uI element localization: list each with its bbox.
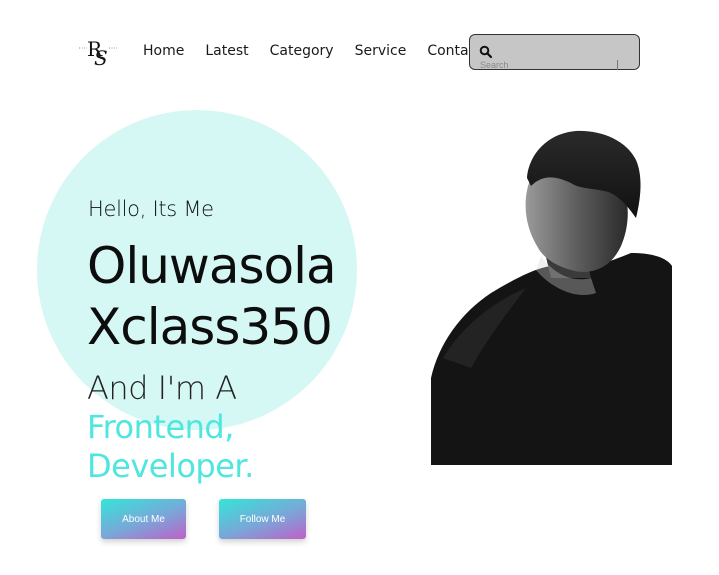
search-input[interactable] [480, 59, 620, 71]
hero-name: Oluwasola Xclass350 [87, 236, 337, 358]
site-logo[interactable]: R S [79, 36, 119, 70]
hero-greeting: Hello, Its Me [88, 197, 214, 221]
hero-name-line1: Oluwasola [87, 237, 337, 295]
hero-role-lead: And I'm A [87, 369, 237, 407]
svg-text:S: S [94, 46, 108, 70]
nav-latest[interactable]: Latest [205, 42, 248, 60]
nav-category[interactable]: Category [270, 42, 334, 60]
search-box[interactable] [469, 34, 640, 71]
profile-photo [431, 128, 672, 465]
about-me-button[interactable]: About Me [101, 499, 186, 539]
nav-home[interactable]: Home [143, 42, 184, 60]
hero-name-line2: Xclass350 [87, 298, 333, 356]
nav-service[interactable]: Service [355, 42, 407, 60]
hero-role-line2: Developer. [87, 447, 254, 485]
search-icon[interactable] [479, 45, 493, 59]
man-silhouette-image [431, 130, 672, 465]
hero-role-line1: Frontend, [87, 408, 234, 446]
text-caret [617, 60, 618, 70]
follow-me-button[interactable]: Follow Me [219, 499, 306, 539]
hero-role: Frontend, Developer. [87, 408, 254, 486]
logo-monogram-icon: R S [79, 37, 117, 70]
main-nav: Home Latest Category Service Contact [143, 42, 503, 60]
